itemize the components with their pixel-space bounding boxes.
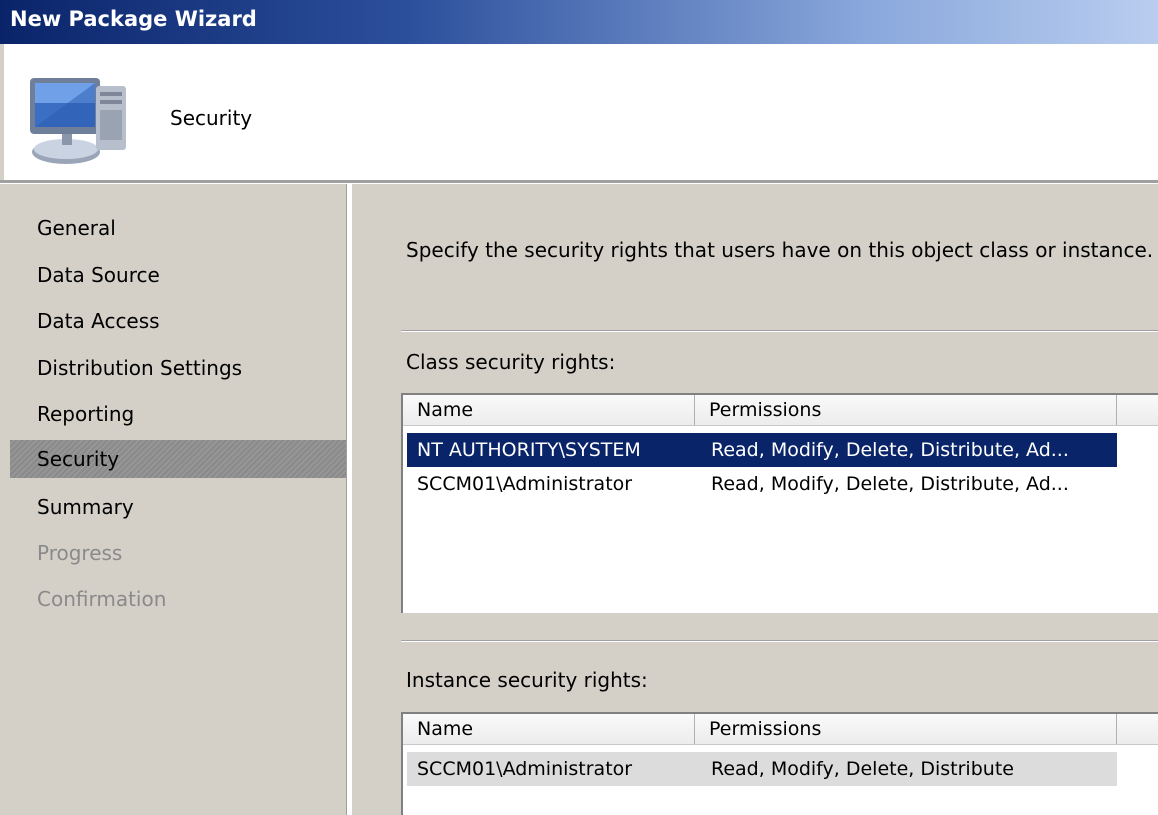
instance-rights-list[interactable]: Name Permissions SCCM01\Administrator Re… bbox=[401, 712, 1158, 815]
row-permissions: Read, Modify, Delete, Distribute, Ad... bbox=[711, 439, 1069, 461]
sidebar-item-label: Distribution Settings bbox=[37, 356, 243, 380]
instance-rights-label: Instance security rights: bbox=[406, 668, 648, 692]
column-header-permissions[interactable]: Permissions bbox=[695, 714, 1117, 744]
instructions-text: Specify the security rights that users h… bbox=[406, 238, 1154, 262]
title-bar[interactable]: New Package Wizard bbox=[0, 0, 1158, 44]
row-name: NT AUTHORITY\SYSTEM bbox=[417, 439, 641, 461]
class-rights-label: Class security rights: bbox=[406, 350, 616, 374]
sidebar-item-summary[interactable]: Summary bbox=[10, 488, 346, 526]
sidebar-item-label: Reporting bbox=[37, 402, 135, 426]
column-header-permissions[interactable]: Permissions bbox=[695, 395, 1117, 425]
list-header: Name Permissions bbox=[403, 395, 1158, 426]
column-header-name[interactable]: Name bbox=[403, 395, 695, 425]
page-title: Security bbox=[170, 106, 253, 130]
sidebar-item-label: Security bbox=[37, 447, 120, 471]
column-header-filler bbox=[1117, 714, 1158, 744]
sidebar-item-label: Data Source bbox=[37, 263, 160, 287]
sidebar-item-label: Confirmation bbox=[37, 587, 167, 611]
wizard-header: Security bbox=[0, 44, 1158, 180]
section-separator bbox=[401, 330, 1158, 332]
sidebar-item-confirmation: Confirmation bbox=[10, 580, 346, 618]
table-row[interactable]: SCCM01\Administrator Read, Modify, Delet… bbox=[407, 752, 1117, 786]
sidebar-item-label: Summary bbox=[37, 495, 134, 519]
sidebar-item-label: Data Access bbox=[37, 309, 160, 333]
row-permissions: Read, Modify, Delete, Distribute, Ad... bbox=[711, 473, 1069, 495]
column-header-name[interactable]: Name bbox=[403, 714, 695, 744]
sidebar-item-progress: Progress bbox=[10, 534, 346, 572]
sidebar-item-data-source[interactable]: Data Source bbox=[10, 256, 346, 294]
computer-icon bbox=[30, 78, 126, 164]
sidebar-item-distribution-settings[interactable]: Distribution Settings bbox=[10, 349, 346, 387]
sidebar-item-security[interactable]: Security bbox=[10, 440, 346, 478]
sidebar-item-reporting[interactable]: Reporting bbox=[10, 395, 346, 433]
table-row[interactable]: NT AUTHORITY\SYSTEM Read, Modify, Delete… bbox=[407, 433, 1117, 467]
row-name: SCCM01\Administrator bbox=[417, 473, 633, 495]
row-permissions: Read, Modify, Delete, Distribute bbox=[711, 758, 1014, 780]
list-header: Name Permissions bbox=[403, 714, 1158, 745]
table-row[interactable]: SCCM01\Administrator Read, Modify, Delet… bbox=[407, 467, 1117, 501]
column-header-filler bbox=[1117, 395, 1158, 425]
row-name: SCCM01\Administrator bbox=[417, 758, 633, 780]
sidebar-item-label: Progress bbox=[37, 541, 123, 565]
sidebar-item-label: General bbox=[37, 216, 116, 240]
section-separator bbox=[401, 640, 1158, 642]
class-rights-list[interactable]: Name Permissions NT AUTHORITY\SYSTEM Rea… bbox=[401, 393, 1158, 613]
sidebar-item-data-access[interactable]: Data Access bbox=[10, 302, 346, 340]
window-title: New Package Wizard bbox=[10, 7, 257, 31]
sidebar-item-general[interactable]: General bbox=[10, 209, 346, 247]
